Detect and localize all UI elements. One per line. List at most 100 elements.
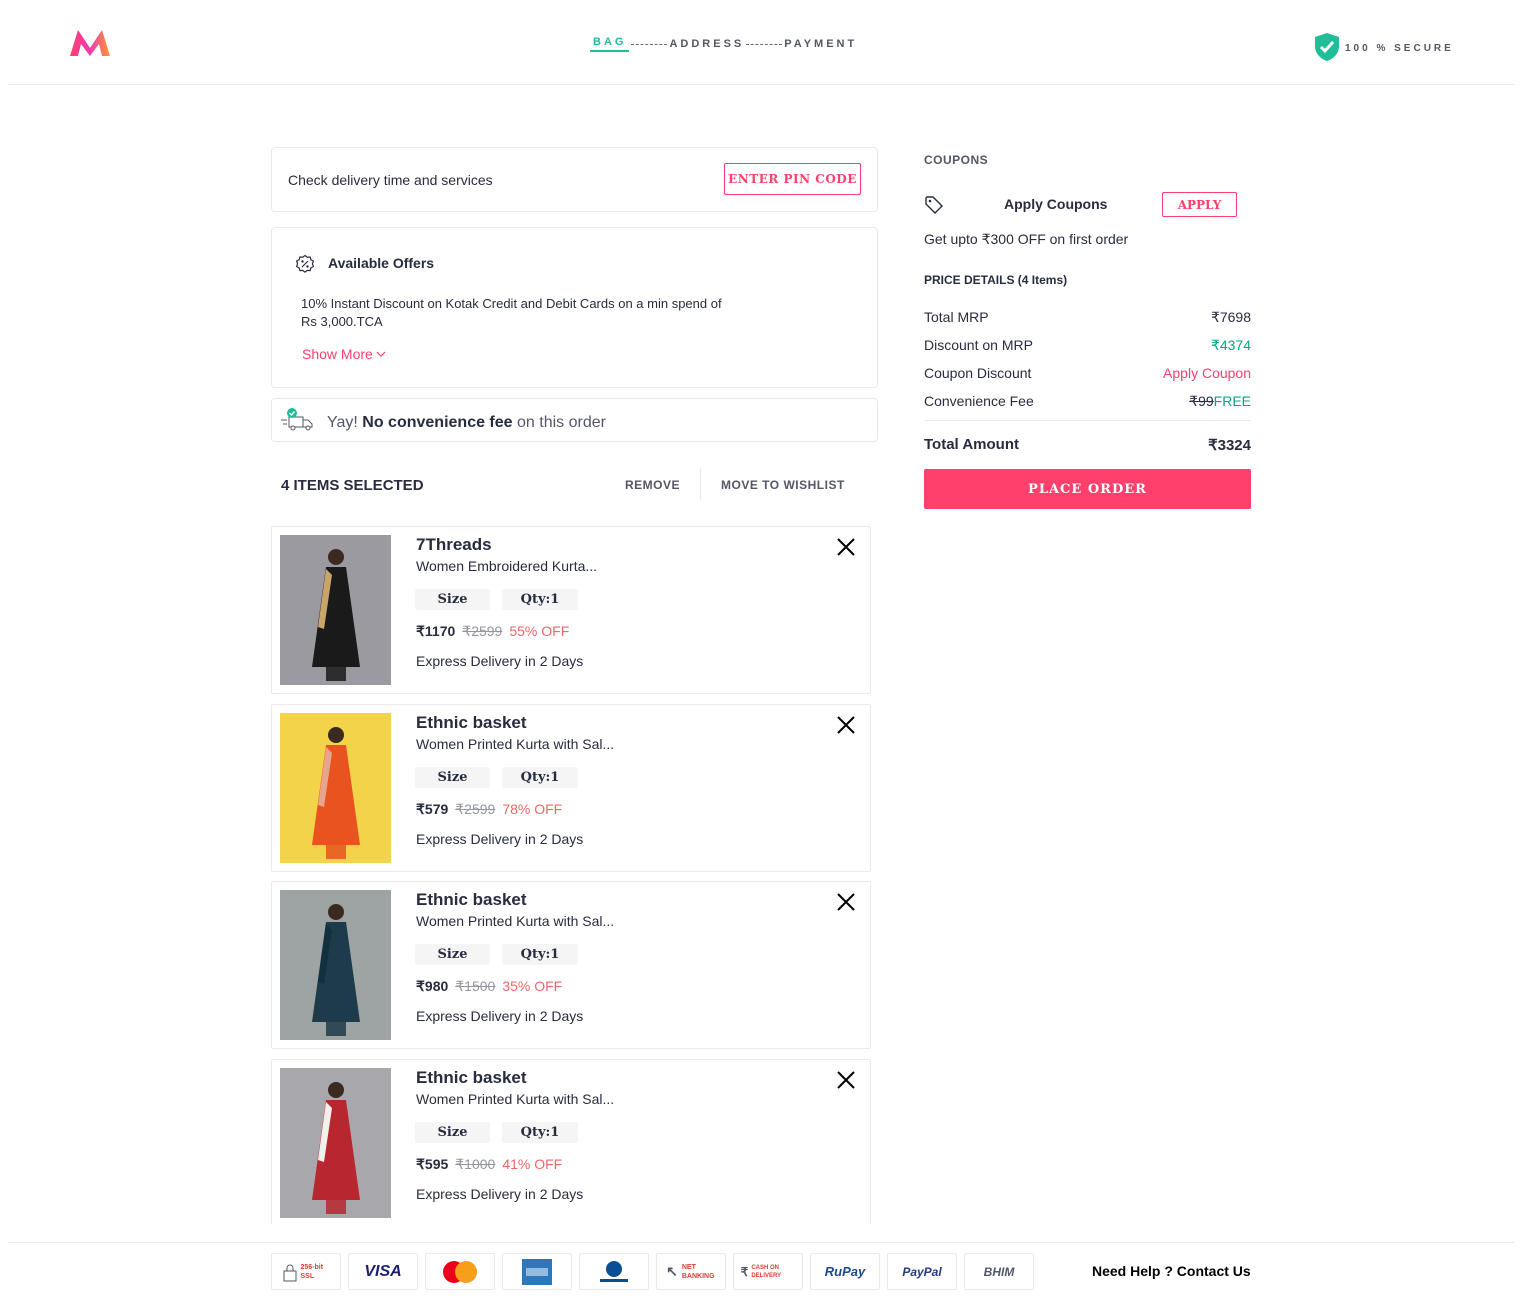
price-mrp: ₹1500 bbox=[455, 978, 496, 994]
item-brand: Ethnic basket bbox=[416, 890, 527, 909]
size-selector[interactable]: Size bbox=[415, 767, 490, 788]
bulk-actions-bar: 4 ITEMS SELECTED REMOVE MOVE TO WISHLIST bbox=[271, 465, 878, 505]
move-to-wishlist-button[interactable]: MOVE TO WISHLIST bbox=[721, 478, 845, 492]
apply-coupon-button[interactable]: APPLY bbox=[1162, 192, 1237, 217]
divider bbox=[924, 420, 1251, 421]
price-discount: 78% OFF bbox=[502, 801, 563, 817]
coupon-discount-label: Coupon Discount bbox=[924, 365, 1032, 381]
figure-head bbox=[328, 904, 344, 920]
product-image[interactable] bbox=[280, 1068, 391, 1218]
price-current: ₹1170 bbox=[416, 623, 456, 639]
apply-coupons-label: Apply Coupons bbox=[1004, 196, 1108, 212]
items-selected-count: 4 ITEMS SELECTED bbox=[281, 477, 424, 494]
shield-check-icon bbox=[1315, 33, 1339, 61]
coupons-heading: COUPONS bbox=[924, 153, 989, 167]
item-price: ₹579 ₹2599 78% OFF bbox=[416, 801, 562, 818]
figure-legs bbox=[326, 1022, 346, 1036]
remove-button[interactable]: REMOVE bbox=[625, 478, 680, 492]
visa-icon: VISA bbox=[348, 1253, 418, 1290]
quantity-selector[interactable]: Qty:1 bbox=[502, 589, 578, 610]
close-icon[interactable] bbox=[835, 714, 857, 736]
footer-divider bbox=[8, 1242, 1514, 1243]
item-name: Women Embroidered Kurta... bbox=[416, 558, 598, 574]
price-row-fee: Convenience Fee ₹99FREE bbox=[924, 393, 1251, 410]
quantity-selector[interactable]: Qty:1 bbox=[502, 944, 578, 965]
price-discount: 35% OFF bbox=[502, 978, 563, 994]
show-more-link[interactable]: Show More bbox=[302, 346, 387, 362]
step-payment: PAYMENT bbox=[784, 38, 858, 50]
quantity-selector[interactable]: Qty:1 bbox=[502, 767, 578, 788]
figure-legs bbox=[326, 1200, 346, 1214]
convenience-fee-value: ₹99FREE bbox=[1189, 393, 1251, 410]
apply-coupon-link[interactable]: Apply Coupon bbox=[1163, 365, 1251, 381]
enter-pin-code-button[interactable]: ENTER PIN CODE bbox=[724, 163, 861, 195]
cart-item: Ethnic basket Women Printed Kurta with S… bbox=[271, 881, 871, 1049]
discount-value: ₹4374 bbox=[1210, 337, 1251, 353]
fee-suffix: on this order bbox=[517, 414, 606, 431]
cart-item: Ethnic basket Women Printed Kurta with S… bbox=[271, 1059, 871, 1225]
secure-badge: 100 % SECURE bbox=[1313, 32, 1454, 62]
need-help-link[interactable]: Need Help ? Contact Us bbox=[1092, 1263, 1251, 1279]
fee-old-value: ₹99 bbox=[1189, 393, 1214, 409]
discount-badge-icon bbox=[295, 254, 315, 273]
cod-label: CASH ON DELIVERY bbox=[751, 1264, 782, 1279]
convenience-fee-text: Yay! No convenience fee on this order bbox=[327, 414, 606, 432]
step-address: ADDRESS bbox=[669, 38, 745, 50]
product-image[interactable] bbox=[280, 713, 391, 863]
amex-icon bbox=[502, 1253, 572, 1290]
total-mrp-value: ₹7698 bbox=[1210, 309, 1251, 325]
price-discount: 41% OFF bbox=[502, 1156, 563, 1172]
cart-item: 7Threads Women Embroidered Kurta... Size… bbox=[271, 526, 871, 694]
paypal-label: PayPal bbox=[902, 1264, 942, 1279]
item-price: ₹980 ₹1500 35% OFF bbox=[416, 978, 562, 995]
figure-head bbox=[328, 727, 344, 743]
fee-prefix: Yay! bbox=[327, 414, 358, 431]
lock-icon bbox=[283, 1264, 296, 1281]
close-icon[interactable] bbox=[835, 891, 857, 913]
checkout-steps: BAG ADDRESS PAYMENT bbox=[590, 36, 857, 52]
price-current: ₹595 bbox=[416, 1156, 449, 1172]
total-mrp-label: Total MRP bbox=[924, 309, 989, 325]
delivery-check-card: Check delivery time and services ENTER P… bbox=[271, 147, 878, 212]
show-more-label: Show More bbox=[302, 346, 373, 362]
figure-head bbox=[328, 549, 344, 565]
delivery-info: Express Delivery in 2 Days bbox=[416, 1008, 584, 1024]
close-icon[interactable] bbox=[835, 536, 857, 558]
tag-icon bbox=[925, 196, 943, 214]
myntra-logo[interactable] bbox=[68, 26, 112, 58]
item-price: ₹595 ₹1000 41% OFF bbox=[416, 1156, 562, 1173]
mastercard-icon bbox=[425, 1253, 495, 1290]
size-selector[interactable]: Size bbox=[415, 944, 490, 965]
ssl-badge-icon: 256-bit SSL bbox=[271, 1253, 341, 1290]
quantity-selector[interactable]: Qty:1 bbox=[502, 1122, 578, 1143]
price-details-heading: PRICE DETAILS (4 Items) bbox=[924, 273, 1068, 287]
size-selector[interactable]: Size bbox=[415, 1122, 490, 1143]
divider bbox=[700, 468, 701, 500]
price-row-coupon: Coupon Discount Apply Coupon bbox=[924, 365, 1251, 381]
price-row-total-mrp: Total MRP ₹7698 bbox=[924, 309, 1251, 326]
discount-label: Discount on MRP bbox=[924, 337, 1033, 353]
total-amount-label: Total Amount bbox=[924, 436, 1019, 453]
size-selector[interactable]: Size bbox=[415, 589, 490, 610]
figure-legs bbox=[326, 667, 346, 681]
item-name: Women Printed Kurta with Sal... bbox=[416, 913, 615, 929]
cart-item: Ethnic basket Women Printed Kurta with S… bbox=[271, 704, 871, 872]
product-image[interactable] bbox=[280, 535, 391, 685]
payment-methods: 256-bit SSL VISA ↖ NET BANKING ₹ CASH ON… bbox=[271, 1253, 1034, 1290]
convenience-fee-label: Convenience Fee bbox=[924, 393, 1034, 409]
price-discount: 55% OFF bbox=[509, 623, 570, 639]
close-icon[interactable] bbox=[835, 1069, 857, 1091]
top-header: BAG ADDRESS PAYMENT 100 % SECURE bbox=[8, 0, 1514, 85]
bhim-label: BHIM bbox=[983, 1264, 1015, 1279]
rupay-label: RuPay bbox=[824, 1264, 866, 1279]
mastercard-logo bbox=[443, 1260, 477, 1283]
product-image[interactable] bbox=[280, 890, 391, 1040]
visa-label: VISA bbox=[364, 1262, 402, 1280]
delivery-info: Express Delivery in 2 Days bbox=[416, 1186, 584, 1202]
step-bag[interactable]: BAG bbox=[590, 36, 630, 52]
figure-legs bbox=[326, 845, 346, 859]
price-row-discount: Discount on MRP ₹4374 bbox=[924, 337, 1251, 354]
price-current: ₹579 bbox=[416, 801, 449, 817]
place-order-button[interactable]: PLACE ORDER bbox=[924, 469, 1251, 509]
price-mrp: ₹2599 bbox=[462, 623, 503, 639]
